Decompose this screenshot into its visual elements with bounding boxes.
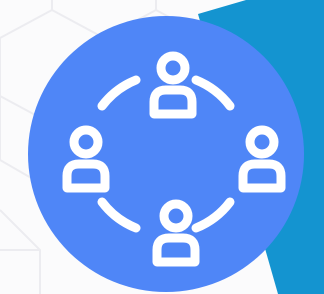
network-illustration — [0, 0, 324, 294]
network-graphic — [0, 0, 324, 294]
